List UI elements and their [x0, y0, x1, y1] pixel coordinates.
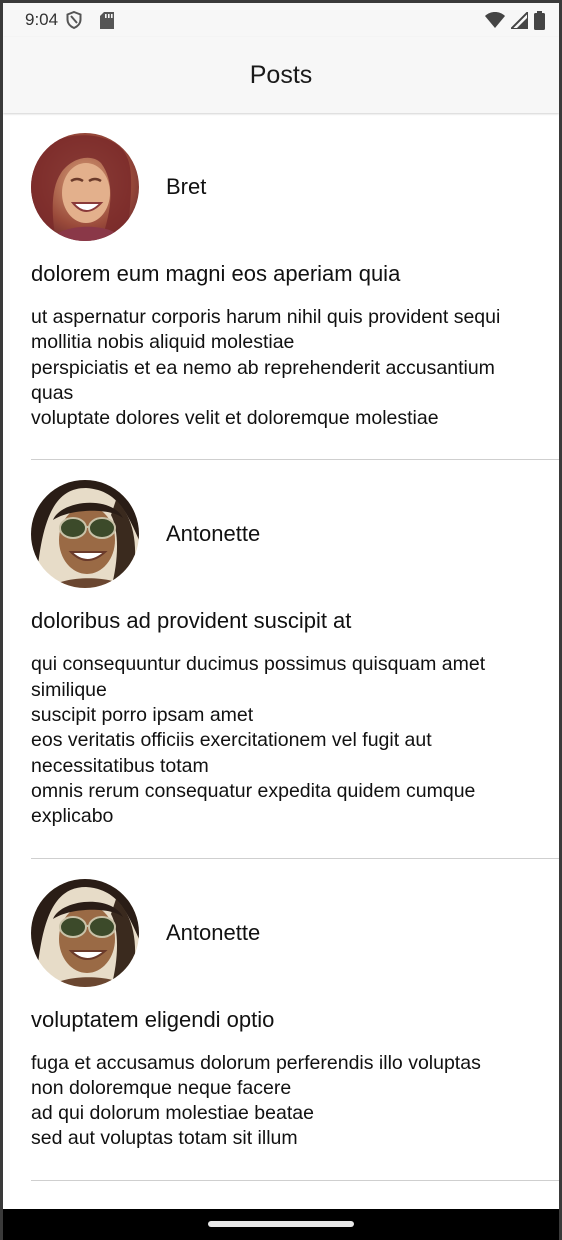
avatar [31, 480, 139, 589]
post-body: qui consequuntur ducimus possimus quisqu… [31, 653, 486, 828]
post-list[interactable]: Bret dolorem eum magni eos aperiam quia … [3, 113, 559, 1209]
divider [31, 1179, 559, 1181]
signal-icon [511, 11, 528, 29]
status-left: 9:04 [25, 10, 115, 30]
post-title: doloribus ad provident suscipit at [31, 608, 352, 634]
post-header: Antonette [31, 878, 559, 987]
battery-icon [534, 10, 545, 30]
post-body: fuga et accusamus dolorum perferendis il… [31, 1051, 481, 1150]
author-name: Antonette [166, 919, 261, 945]
avatar [31, 878, 139, 987]
avatar [31, 133, 139, 241]
post-header: Antonette [31, 480, 559, 589]
home-handle[interactable] [208, 1221, 354, 1227]
post-card[interactable]: Bret dolorem eum magni eos aperiam quia … [3, 113, 559, 461]
app-bar: Posts [3, 37, 559, 113]
post-card[interactable]: Antonette voluptatem eligendi optio fuga… [3, 859, 559, 1181]
shield-icon [66, 11, 82, 29]
sd-card-icon [100, 11, 115, 29]
author-name: Antonette [166, 521, 261, 547]
avatar-woman-laughing [31, 133, 139, 241]
avatar-woman-sunglasses [31, 878, 139, 987]
post-title: dolorem eum magni eos aperiam quia [31, 261, 401, 286]
post-card[interactable]: Antonette doloribus ad provident suscipi… [3, 460, 559, 859]
phone-screen: 9:04 Posts Bret dolorem eum magni eos ap… [3, 3, 559, 1240]
post-header: Bret [31, 133, 559, 241]
page-title: Posts [249, 60, 313, 89]
status-bar: 9:04 [3, 3, 559, 37]
post-title: voluptatem eligendi optio [31, 1006, 275, 1032]
post-body: ut aspernatur corporis harum nihil quis … [31, 306, 501, 430]
avatar-woman-sunglasses [31, 480, 139, 589]
status-right [485, 10, 545, 30]
author-name: Bret [166, 174, 207, 199]
wifi-icon [485, 12, 505, 28]
navigation-bar [3, 1209, 559, 1240]
status-time: 9:04 [25, 10, 59, 29]
